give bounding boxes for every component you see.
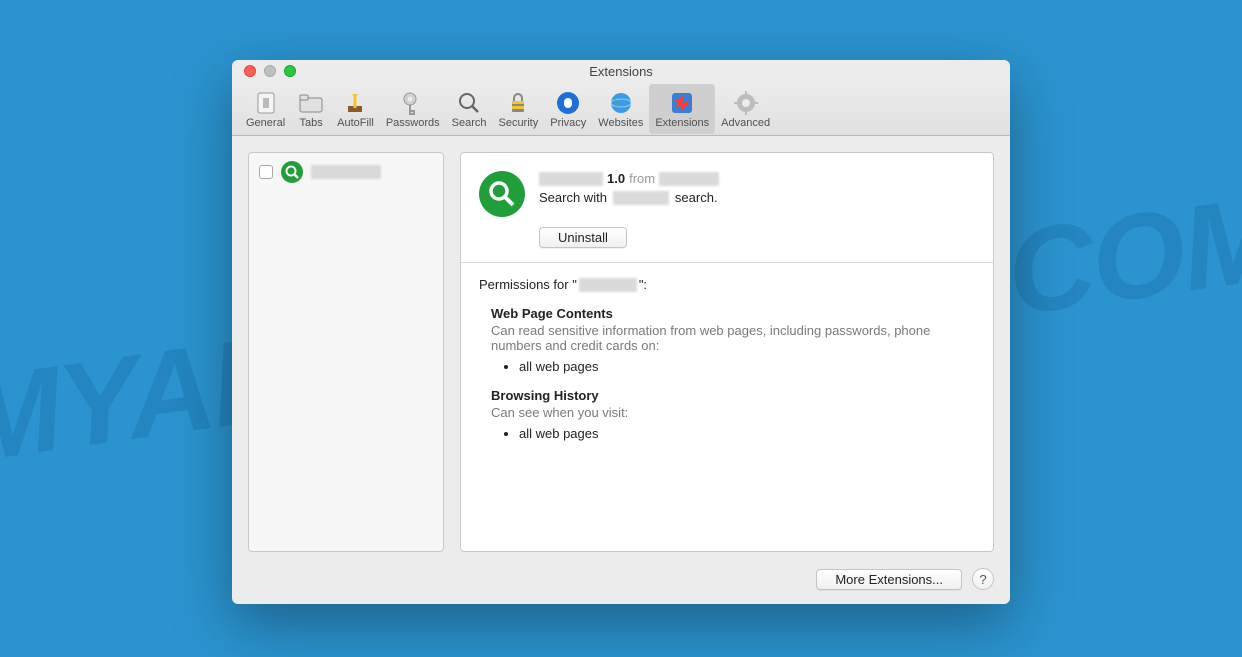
toolbar-label: Passwords — [386, 117, 440, 129]
content-area: 1.0 from Search with search. Uninstall — [232, 136, 1010, 568]
extension-name-redacted — [311, 165, 381, 179]
toolbar-general[interactable]: General — [240, 84, 291, 134]
permissions-title: Permissions for " ": — [479, 277, 975, 292]
extension-author-redacted — [659, 172, 719, 186]
extension-icon — [281, 161, 303, 183]
window-title: Extensions — [232, 64, 1010, 79]
window-footer: More Extensions... ? — [232, 568, 1010, 604]
permission-description: Can see when you visit: — [491, 405, 975, 420]
preferences-toolbar: General Tabs AutoFill Passwords Search — [232, 82, 1010, 136]
permission-list: all web pages — [519, 426, 975, 441]
toolbar-privacy[interactable]: Privacy — [544, 84, 592, 134]
detail-body: Permissions for " ": Web Page Contents C… — [461, 263, 993, 473]
extension-detail: 1.0 from Search with search. Uninstall — [460, 152, 994, 552]
general-icon — [252, 89, 280, 117]
toolbar-search[interactable]: Search — [446, 84, 493, 134]
toolbar-label: Advanced — [721, 117, 770, 129]
toolbar-label: Extensions — [655, 117, 709, 129]
permissions-name-redacted — [579, 278, 637, 292]
header-info: 1.0 from Search with search. Uninstall — [539, 171, 975, 248]
toolbar-label: Websites — [598, 117, 643, 129]
permission-description: Can read sensitive information from web … — [491, 323, 975, 353]
minimize-button[interactable] — [264, 65, 276, 77]
toolbar-advanced[interactable]: Advanced — [715, 84, 776, 134]
extension-title-line: 1.0 from — [539, 171, 975, 186]
desc-prefix: Search with — [539, 190, 607, 205]
extension-icon-large — [479, 171, 525, 217]
toolbar-security[interactable]: Security — [492, 84, 544, 134]
extension-list-item[interactable] — [249, 153, 443, 191]
detail-header: 1.0 from Search with search. Uninstall — [461, 153, 993, 263]
extension-name-redacted — [539, 172, 603, 186]
uninstall-row: Uninstall — [539, 227, 975, 248]
key-icon — [399, 89, 427, 117]
permission-browsing-history: Browsing History Can see when you visit:… — [491, 388, 975, 441]
maximize-button[interactable] — [284, 65, 296, 77]
titlebar: Extensions — [232, 60, 1010, 82]
extension-description: Search with search. — [539, 190, 975, 205]
toolbar-websites[interactable]: Websites — [592, 84, 649, 134]
toolbar-label: AutoFill — [337, 117, 374, 129]
toolbar-label: Security — [498, 117, 538, 129]
lock-icon — [504, 89, 532, 117]
toolbar-label: General — [246, 117, 285, 129]
toolbar-label: Tabs — [300, 117, 323, 129]
toolbar-autofill[interactable]: AutoFill — [331, 84, 380, 134]
desc-suffix: search. — [675, 190, 718, 205]
permission-item: all web pages — [519, 426, 975, 441]
gear-icon — [732, 89, 760, 117]
toolbar-label: Search — [452, 117, 487, 129]
close-button[interactable] — [244, 65, 256, 77]
toolbar-label: Privacy — [550, 117, 586, 129]
extension-enable-checkbox[interactable] — [259, 165, 273, 179]
globe-icon — [607, 89, 635, 117]
extension-version: 1.0 — [607, 171, 625, 186]
permission-list: all web pages — [519, 359, 975, 374]
from-label: from — [629, 171, 655, 186]
permission-heading: Browsing History — [491, 388, 975, 403]
uninstall-button[interactable]: Uninstall — [539, 227, 627, 248]
toolbar-passwords[interactable]: Passwords — [380, 84, 446, 134]
preferences-window: Extensions General Tabs AutoFill Passwor… — [232, 60, 1010, 604]
toolbar-tabs[interactable]: Tabs — [291, 84, 331, 134]
tabs-icon — [297, 89, 325, 117]
search-icon — [455, 89, 483, 117]
more-extensions-button[interactable]: More Extensions... — [816, 569, 962, 590]
autofill-icon — [341, 89, 369, 117]
extensions-sidebar — [248, 152, 444, 552]
traffic-lights — [244, 65, 296, 77]
privacy-icon — [554, 89, 582, 117]
permission-web-contents: Web Page Contents Can read sensitive inf… — [491, 306, 975, 374]
permission-heading: Web Page Contents — [491, 306, 975, 321]
permissions-prefix: Permissions for " — [479, 277, 577, 292]
toolbar-extensions[interactable]: Extensions — [649, 84, 715, 134]
extensions-icon — [668, 89, 696, 117]
permission-item: all web pages — [519, 359, 975, 374]
permissions-suffix: ": — [639, 277, 647, 292]
help-button[interactable]: ? — [972, 568, 994, 590]
desc-redacted — [613, 191, 669, 205]
